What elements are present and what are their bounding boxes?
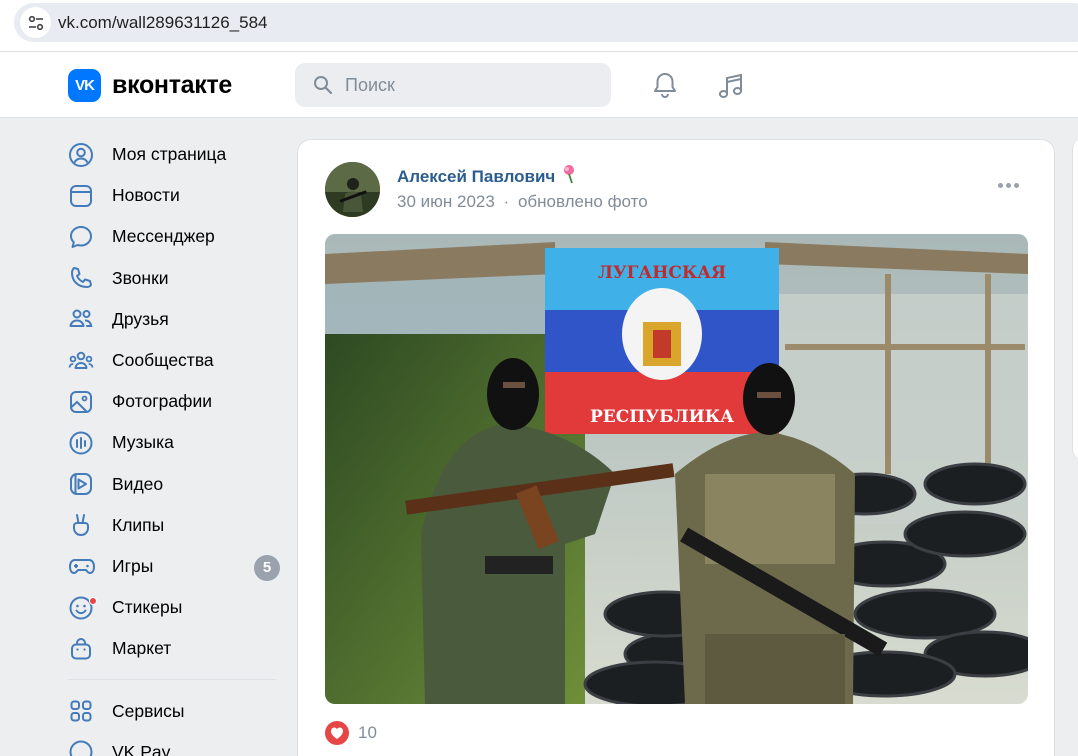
photo-icon — [68, 389, 102, 415]
post-author-name[interactable]: Алексей Павлович — [397, 167, 555, 187]
sidebar-item-messenger[interactable]: Мессенджер — [68, 216, 280, 257]
like-button[interactable]: 10 — [325, 721, 377, 745]
sidebar-nav: Моя страница Новости Мессенджер Звонки Д… — [68, 134, 280, 756]
sidebar-item-my-page[interactable]: Моя страница — [68, 134, 280, 175]
sidebar-item-music[interactable]: Музыка — [68, 422, 280, 463]
search-icon — [314, 76, 333, 95]
video-play-icon — [68, 471, 102, 497]
sidebar-item-vkpay[interactable]: VK Pay — [68, 732, 280, 756]
site-header: VK вконтакте Поиск — [0, 52, 1078, 118]
sidebar-item-market[interactable]: Маркет — [68, 628, 280, 669]
like-count: 10 — [358, 723, 377, 742]
bell-icon[interactable] — [651, 71, 679, 99]
search-input[interactable]: Поиск — [295, 63, 611, 107]
sidebar-item-calls[interactable]: Звонки — [68, 258, 280, 299]
sidebar-item-label: Игры — [112, 555, 154, 576]
heart-icon — [325, 721, 349, 745]
logo-text: вконтакте — [112, 71, 233, 99]
post-date[interactable]: 30 июн 2023 — [397, 192, 495, 211]
flag-text-bottom: РЕСПУБЛИКА — [590, 407, 734, 427]
sidebar-item-games[interactable]: Игры 5 — [68, 546, 280, 587]
communities-icon — [68, 348, 102, 374]
services-grid-icon — [68, 698, 102, 724]
site-info-icon[interactable] — [20, 7, 51, 38]
games-count-badge: 5 — [254, 554, 280, 581]
sidebar-divider — [68, 679, 276, 681]
sidebar-item-label: Стикеры — [112, 597, 183, 618]
sidebar-item-label: Музыка — [112, 432, 174, 453]
author-avatar[interactable] — [325, 162, 380, 217]
right-panel-edge — [1072, 139, 1078, 459]
phone-icon — [68, 265, 102, 291]
sidebar-item-services[interactable]: Сервисы — [68, 690, 280, 731]
sidebar-item-label: Мессенджер — [112, 226, 215, 247]
post-photo[interactable]: ЛУГАНСКАЯ РЕСПУБЛИКА — [325, 234, 1028, 704]
sidebar-item-label: Моя страница — [112, 144, 227, 165]
friends-icon — [68, 306, 102, 332]
music-note-icon[interactable] — [716, 71, 746, 101]
sidebar-item-stickers[interactable]: Стикеры — [68, 587, 280, 628]
music-bars-icon — [68, 430, 102, 456]
sidebar-item-friends[interactable]: Друзья — [68, 299, 280, 340]
sidebar-item-label: Видео — [112, 473, 164, 494]
sidebar-item-communities[interactable]: Сообщества — [68, 340, 280, 381]
sidebar-item-label: Клипы — [112, 514, 165, 535]
search-placeholder: Поиск — [345, 75, 395, 95]
post-meta: 30 июн 2023 · обновлено фото — [397, 192, 648, 212]
flag-text-top: ЛУГАНСКАЯ — [598, 263, 726, 283]
meta-separator: · — [503, 192, 510, 211]
sticker-smile-icon — [68, 595, 102, 621]
more-options-icon[interactable] — [998, 183, 1019, 188]
market-bag-icon — [68, 636, 102, 662]
sidebar-item-label: Новости — [112, 185, 180, 206]
browser-bar: vk.com/wall289631126_584 — [0, 0, 1078, 52]
sidebar-item-label: Сервисы — [112, 700, 185, 721]
wall-post: Алексей Павлович 30 июн 2023 · обновлено… — [297, 139, 1055, 756]
sidebar-item-label: VK Pay — [112, 741, 171, 756]
sidebar-item-label: Друзья — [112, 308, 169, 329]
vk-logo-icon: VK — [68, 69, 101, 102]
vk-logo[interactable]: VK вконтакте — [68, 69, 232, 102]
sidebar-item-photos[interactable]: Фотографии — [68, 381, 280, 422]
sidebar-item-clips[interactable]: Клипы — [68, 505, 280, 546]
sidebar-item-label: Звонки — [112, 267, 169, 288]
sidebar-item-label: Сообщества — [112, 350, 214, 371]
flower-emoji-icon — [560, 164, 578, 189]
vkpay-icon — [68, 739, 102, 756]
sidebar-item-video[interactable]: Видео — [68, 464, 280, 505]
news-icon — [68, 183, 102, 209]
chat-bubble-icon — [68, 224, 102, 250]
sidebar-item-news[interactable]: Новости — [68, 175, 280, 216]
user-circle-icon — [68, 142, 102, 168]
notification-dot — [89, 596, 97, 605]
address-bar[interactable]: vk.com/wall289631126_584 — [14, 3, 1078, 42]
gamepad-icon — [68, 553, 102, 579]
sidebar-item-label: Фотографии — [112, 391, 213, 412]
url-text[interactable]: vk.com/wall289631126_584 — [58, 13, 268, 33]
post-action: обновлено фото — [517, 192, 648, 211]
clips-hand-icon — [68, 512, 102, 538]
sidebar-item-label: Маркет — [112, 638, 172, 659]
